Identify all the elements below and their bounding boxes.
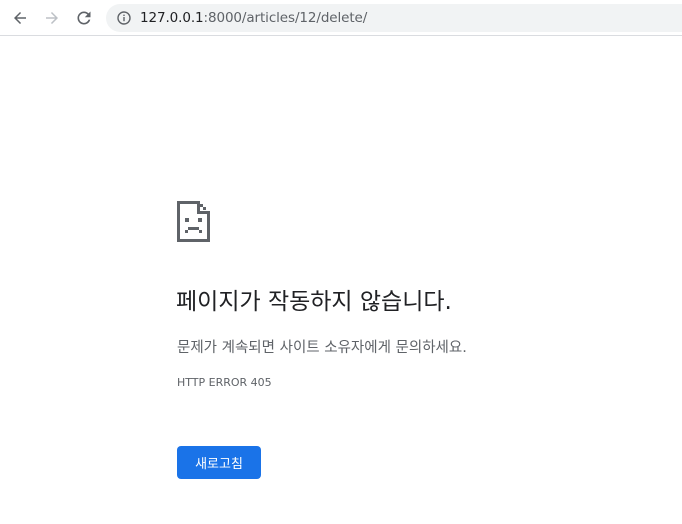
browser-toolbar: 127.0.0.1:8000/articles/12/delete/ [0,0,682,36]
error-code: HTTP ERROR 405 [177,376,272,389]
address-bar[interactable]: 127.0.0.1:8000/articles/12/delete/ [106,4,682,32]
back-arrow-icon [14,12,26,24]
error-heading: 페이지가 작동하지 않습니다. [176,289,452,315]
forward-button[interactable] [39,5,65,31]
reload-icon [77,11,91,25]
forward-arrow-icon [46,12,58,24]
url-host: 127.0.0.1 [140,10,204,26]
url-path: :8000/articles/12/delete/ [203,10,368,26]
info-icon[interactable] [117,11,131,25]
error-summary: 문제가 계속되면 사이트 소유자에게 문의하세요. [177,340,467,356]
reload-button[interactable]: 새로고침 [177,446,261,479]
reload-toolbar-button[interactable] [71,5,97,31]
address-bar-url[interactable]: 127.0.0.1:8000/articles/12/delete/ [140,10,367,26]
sad-document-icon [177,201,210,246]
back-button[interactable] [7,5,33,31]
